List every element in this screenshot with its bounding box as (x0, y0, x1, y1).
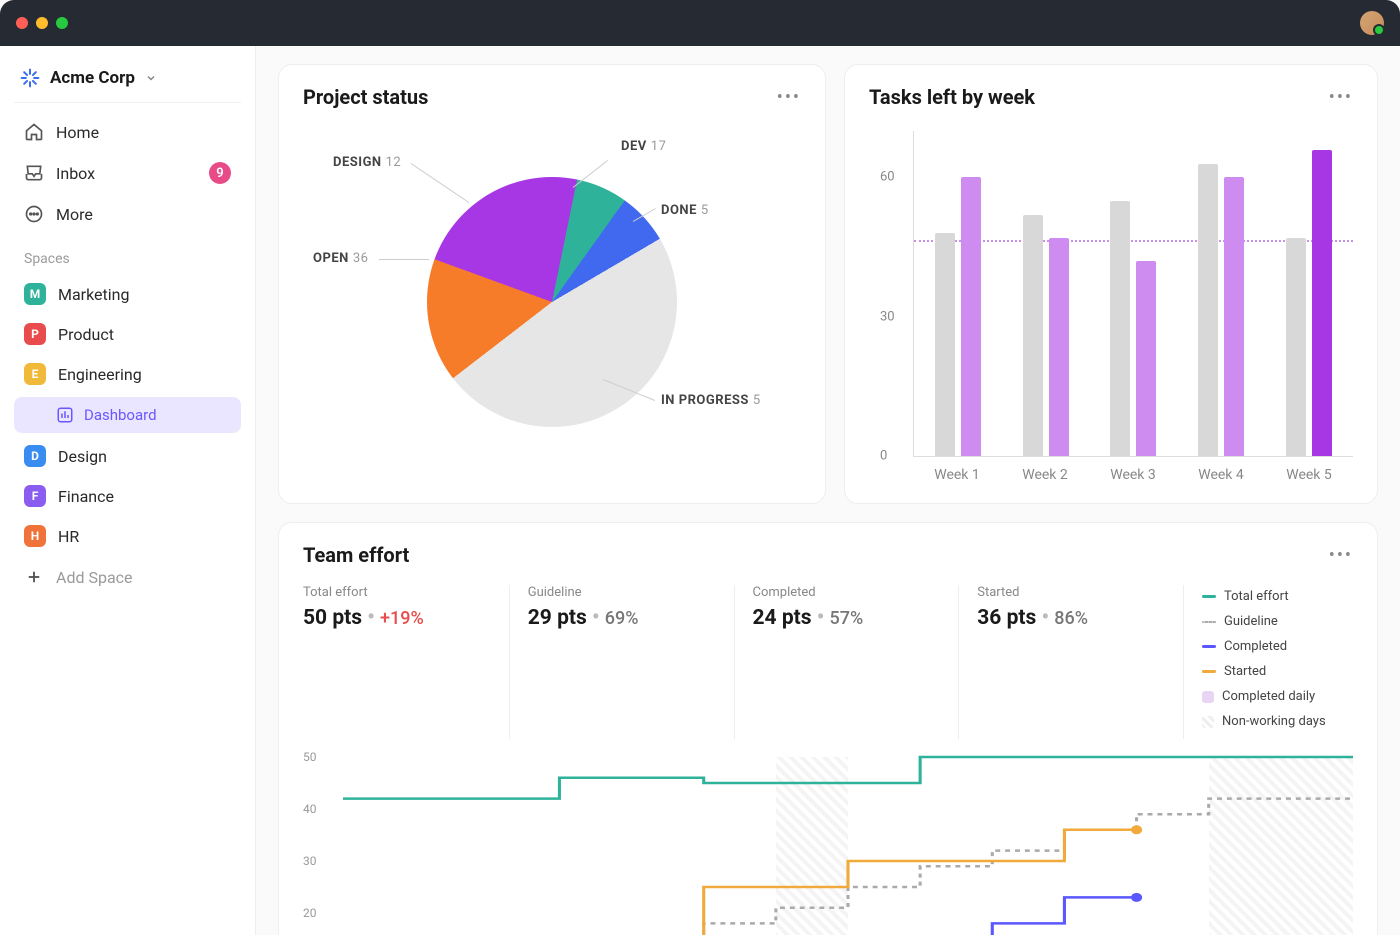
project-status-card: Project status ••• DEV17 DONE5 IN PROGRE… (278, 64, 826, 504)
bar (961, 177, 981, 456)
bar (1286, 238, 1306, 456)
window-zoom-button[interactable] (56, 17, 68, 29)
workspace-logo-icon (20, 68, 40, 88)
card-more-button[interactable]: ••• (1329, 545, 1353, 566)
space-badge-icon: E (24, 363, 46, 385)
space-item-marketing[interactable]: M Marketing (14, 275, 241, 313)
bar-chart: 60 30 0 Week 1 Week 2 Week 3 Week 4 Week 5 (869, 121, 1353, 483)
tasks-left-title: Tasks left by week (869, 85, 1035, 109)
bar (1049, 238, 1069, 456)
workspace-switcher[interactable]: Acme Corp (14, 58, 241, 103)
space-item-design[interactable]: D Design (14, 437, 241, 475)
space-item-finance[interactable]: F Finance (14, 477, 241, 515)
inbox-icon (24, 163, 44, 183)
x-label: Week 1 (934, 467, 980, 483)
home-icon (24, 122, 44, 142)
bar (935, 233, 955, 456)
sidebar-item-dashboard[interactable]: Dashboard (14, 397, 241, 433)
space-badge-icon: F (24, 485, 46, 507)
team-effort-card: Team effort ••• Total effort 50 pts • +1… (278, 522, 1378, 935)
tasks-left-card: Tasks left by week ••• 60 30 0 Week 1 Wee… (844, 64, 1378, 504)
workspace-name: Acme Corp (50, 68, 135, 88)
spaces-section-label: Spaces (14, 235, 241, 275)
space-name: Product (58, 325, 114, 344)
pie-label-dev: DEV17 (621, 139, 666, 154)
chevron-down-icon (145, 69, 157, 88)
space-badge-icon: D (24, 445, 46, 467)
card-more-button[interactable]: ••• (777, 87, 801, 108)
stat-guideline: Guideline 29 pts • 69% (509, 585, 734, 739)
space-name: Finance (58, 487, 114, 506)
plus-icon (24, 567, 44, 587)
pie-chart (427, 177, 677, 427)
stat-total: Total effort 50 pts • +19% (303, 585, 509, 739)
nav-more[interactable]: More (14, 195, 241, 233)
window-titlebar (0, 0, 1400, 46)
line-chart: 50 40 30 20 (303, 757, 1353, 935)
y-tick: 30 (880, 309, 895, 324)
bar (1312, 150, 1332, 456)
pie-label-open: OPEN36 (313, 251, 368, 266)
stat-completed: Completed 24 pts • 57% (734, 585, 959, 739)
dashboard-icon (56, 406, 74, 424)
space-name: Engineering (58, 365, 142, 384)
nav-home[interactable]: Home (14, 113, 241, 151)
x-label: Week 4 (1198, 467, 1244, 483)
card-more-button[interactable]: ••• (1329, 87, 1353, 108)
team-effort-legend: Total effort Guideline Completed Started… (1183, 585, 1353, 739)
space-item-product[interactable]: P Product (14, 315, 241, 353)
x-label: Week 3 (1110, 467, 1156, 483)
pie-label-in-progress: IN PROGRESS5 (661, 393, 761, 408)
bar (1110, 201, 1130, 456)
main-content: Project status ••• DEV17 DONE5 IN PROGRE… (256, 46, 1400, 935)
nav-more-label: More (56, 205, 93, 224)
pie-label-design: DESIGN12 (333, 155, 401, 170)
add-space-label: Add Space (56, 568, 133, 587)
avatar[interactable] (1360, 11, 1384, 35)
space-name: HR (58, 527, 79, 546)
traffic-lights (16, 17, 68, 29)
add-space-button[interactable]: Add Space (14, 557, 241, 597)
y-tick: 60 (880, 170, 895, 185)
space-item-engineering[interactable]: E Engineering (14, 355, 241, 393)
y-tick: 0 (880, 449, 887, 464)
nav-home-label: Home (56, 123, 99, 142)
project-status-title: Project status (303, 85, 428, 109)
pie-label-done: DONE5 (661, 203, 709, 218)
bar (1198, 164, 1218, 457)
bar (1023, 215, 1043, 456)
stat-started: Started 36 pts • 86% (958, 585, 1183, 739)
space-name: Design (58, 447, 107, 466)
space-badge-icon: M (24, 283, 46, 305)
space-badge-icon: H (24, 525, 46, 547)
bar (1136, 261, 1156, 456)
inbox-badge: 9 (209, 162, 231, 184)
space-name: Marketing (58, 285, 129, 304)
more-icon (24, 204, 44, 224)
nav-inbox-label: Inbox (56, 164, 95, 183)
bar (1224, 177, 1244, 456)
team-effort-title: Team effort (303, 543, 409, 567)
nav-inbox[interactable]: Inbox 9 (14, 153, 241, 193)
x-label: Week 2 (1022, 467, 1068, 483)
x-label: Week 5 (1286, 467, 1332, 483)
sidebar: Acme Corp Home Inbox 9 More Spaces MMa (0, 46, 256, 935)
space-badge-icon: P (24, 323, 46, 345)
space-item-hr[interactable]: H HR (14, 517, 241, 555)
window-minimize-button[interactable] (36, 17, 48, 29)
window-close-button[interactable] (16, 17, 28, 29)
